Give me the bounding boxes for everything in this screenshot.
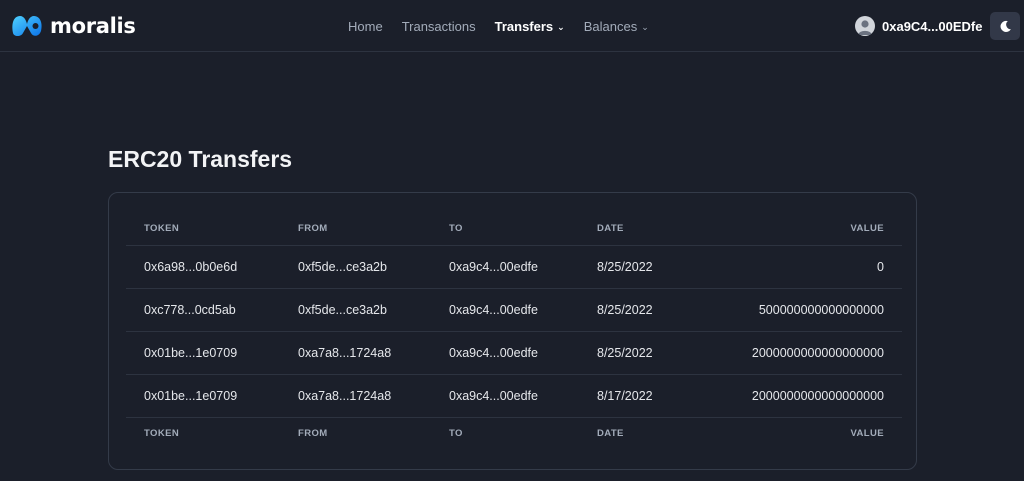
theme-toggle-button[interactable] <box>990 12 1020 40</box>
transfers-table: TOKEN FROM TO DATE VALUE 0x6a98...0b0e6d… <box>126 213 902 449</box>
cell-value: 500000000000000000 <box>719 288 902 332</box>
table-row: 0x6a98...0b0e6d 0xf5de...ce3a2b 0xa9c4..… <box>126 245 902 289</box>
nav-home[interactable]: Home <box>348 19 383 34</box>
cell-from: 0xa7a8...1724a8 <box>280 331 431 375</box>
cell-to: 0xa9c4...00edfe <box>431 374 579 418</box>
cell-date: 8/25/2022 <box>579 245 719 289</box>
cell-from: 0xa7a8...1724a8 <box>280 374 431 418</box>
nav-transfers-label: Transfers <box>494 18 554 34</box>
transfers-card: TOKEN FROM TO DATE VALUE 0x6a98...0b0e6d… <box>108 192 917 470</box>
column-header-token: TOKEN <box>126 213 280 246</box>
nav-transactions[interactable]: Transactions <box>402 19 476 34</box>
top-navbar: moralis Home Transactions Transfers ⌄ Ba… <box>0 0 1024 52</box>
cell-to: 0xa9c4...00edfe <box>431 288 579 332</box>
logo[interactable]: moralis <box>10 10 136 42</box>
nav-balances[interactable]: Balances ⌄ <box>584 19 649 34</box>
cell-to: 0xa9c4...00edfe <box>431 331 579 375</box>
column-header-from: FROM <box>280 213 431 246</box>
nav-balances-label: Balances <box>583 18 638 34</box>
account-button[interactable]: 0xa9C4...00EDfe <box>855 14 982 38</box>
table-row: 0xc778...0cd5ab 0xf5de...ce3a2b 0xa9c4..… <box>126 288 902 332</box>
column-footer-date: DATE <box>597 427 624 439</box>
chevron-down-icon: ⌄ <box>557 21 565 32</box>
cell-value: 2000000000000000000 <box>719 331 902 375</box>
cell-value: 2000000000000000000 <box>719 374 902 418</box>
column-header-value: VALUE <box>719 213 902 246</box>
account-address: 0xa9C4...00EDfe <box>882 18 983 34</box>
column-header-date: DATE <box>579 213 719 246</box>
moon-icon <box>1000 20 1011 32</box>
column-footer-from: FROM <box>298 427 328 439</box>
chevron-down-icon: ⌄ <box>641 21 649 32</box>
column-footer-token: TOKEN <box>144 427 180 439</box>
page-title: ERC20 Transfers <box>108 146 293 172</box>
column-footer-value: VALUE <box>850 427 884 439</box>
cell-token: 0x01be...1e0709 <box>126 331 280 375</box>
nav-home-label: Home <box>348 18 383 34</box>
cell-token: 0x6a98...0b0e6d <box>126 245 280 289</box>
cell-value: 0 <box>719 245 902 289</box>
main-nav: Home Transactions Transfers ⌄ Balances ⌄ <box>348 0 649 52</box>
column-header-to: TO <box>431 213 579 246</box>
nav-transfers[interactable]: Transfers ⌄ <box>495 19 565 34</box>
table-header-row: TOKEN FROM TO DATE VALUE <box>126 213 902 246</box>
column-footer-to: TO <box>449 427 463 439</box>
cell-date: 8/25/2022 <box>579 331 719 375</box>
cell-token: 0x01be...1e0709 <box>126 374 280 418</box>
cell-date: 8/17/2022 <box>579 374 719 418</box>
cell-from: 0xf5de...ce3a2b <box>280 245 431 289</box>
table-row: 0x01be...1e0709 0xa7a8...1724a8 0xa9c4..… <box>126 374 902 418</box>
cell-token: 0xc778...0cd5ab <box>126 288 280 332</box>
cell-to: 0xa9c4...00edfe <box>431 245 579 289</box>
table-footer-row: TOKEN FROM TO DATE VALUE <box>126 417 902 449</box>
moralis-logo-icon <box>12 16 42 36</box>
table-row: 0x01be...1e0709 0xa7a8...1724a8 0xa9c4..… <box>126 331 902 375</box>
cell-from: 0xf5de...ce3a2b <box>280 288 431 332</box>
nav-transactions-label: Transactions <box>401 18 476 34</box>
cell-date: 8/25/2022 <box>579 288 719 332</box>
user-avatar-icon <box>855 16 875 36</box>
brand-name: moralis <box>50 14 136 38</box>
